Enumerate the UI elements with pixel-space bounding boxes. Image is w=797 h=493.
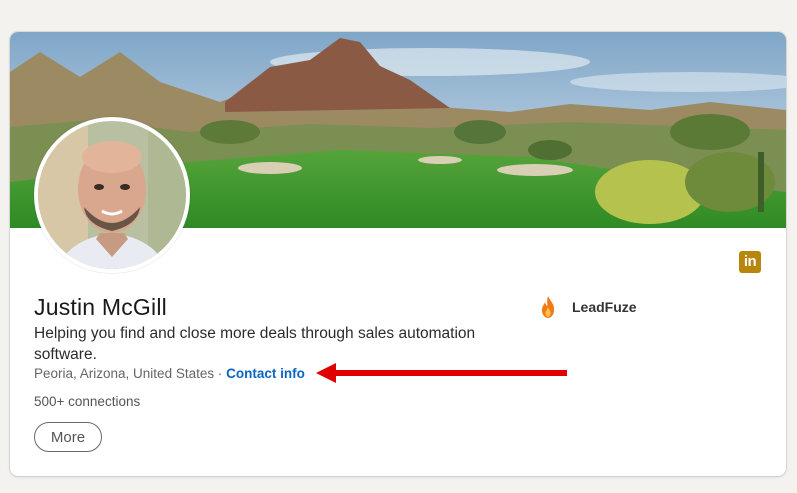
profile-card: in Justin McGill Helping you find and cl… [10,32,786,476]
separator: · [214,366,227,381]
annotation-arrow [316,363,567,383]
profile-photo [38,121,186,269]
connections-count: 500+ connections [34,394,141,409]
company-name: LeadFuze [572,299,637,315]
contact-info-link[interactable]: Contact info [226,366,305,381]
flame-icon [541,296,555,318]
profile-name: Justin McGill [34,294,167,320]
profile-headline: Helping you find and close more deals th… [34,325,476,363]
location: Peoria, Arizona, United States [34,366,215,381]
avatar[interactable] [34,117,190,273]
location-line: Peoria, Arizona, United States · Contact… [34,366,305,381]
linkedin-icon: in [739,251,761,273]
more-button[interactable]: More [34,422,102,452]
company-link[interactable]: LeadFuze [540,296,637,318]
